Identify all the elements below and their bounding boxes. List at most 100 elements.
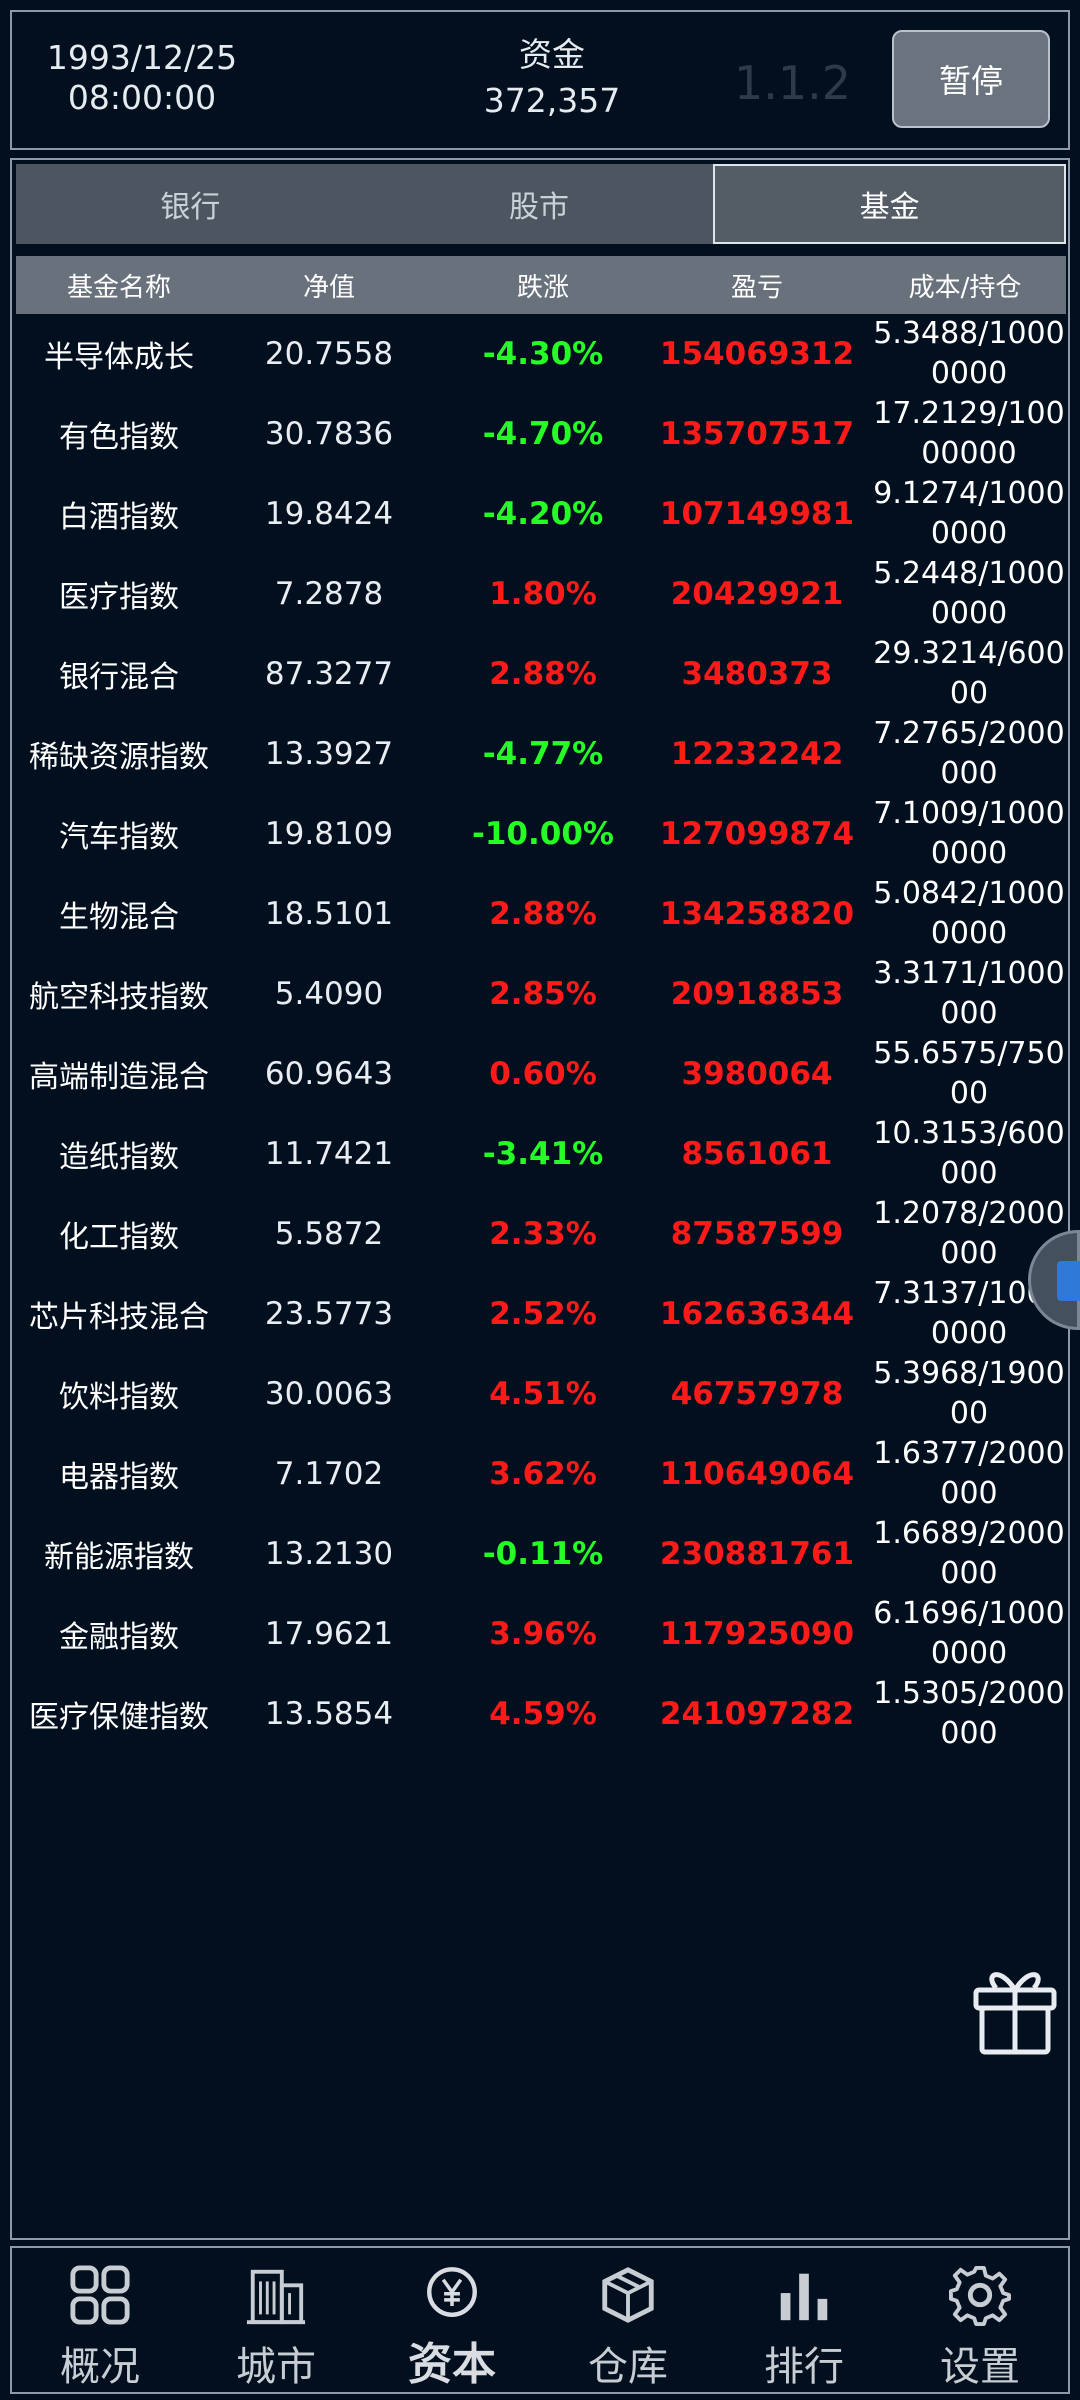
fund-nav: 19.8109 (264, 816, 394, 852)
building-icon (246, 2269, 306, 2325)
table-row[interactable]: 稀缺资源指数 13.3927 -4.77% 12232242 7.2765/200000… (16, 714, 1066, 794)
fund-cost-holding: 55.6575/75000 (873, 1036, 1065, 1111)
fund-cost-holding: 5.2448/10000000 (873, 556, 1065, 631)
fund-change: 2.33% (489, 1216, 597, 1252)
fund-nav: 60.9643 (264, 1056, 394, 1092)
game-datetime: 1993/12/25 08:00:00 (42, 38, 242, 118)
nav-label-capital: 资本 (408, 2339, 496, 2390)
fund-pnl: 20918853 (670, 976, 844, 1012)
fund-nav: 13.3927 (264, 736, 394, 772)
fund-name: 金融指数 (59, 1620, 179, 1655)
fund-pnl: 8561061 (681, 1136, 833, 1172)
fund-name: 航空科技指数 (29, 980, 209, 1015)
col-change: 跌涨 (516, 272, 569, 303)
fund-change: -4.30% (482, 336, 604, 372)
table-row[interactable]: 有色指数 30.7836 -4.70% 135707517 17.2129/100000… (16, 394, 1066, 474)
nav-warehouse[interactable]: 仓库 (540, 2248, 716, 2392)
nav-overview[interactable]: 概况 (12, 2248, 188, 2392)
box-icon (602, 2267, 654, 2323)
fund-change: 2.88% (489, 656, 597, 692)
fund-name: 电器指数 (59, 1460, 179, 1495)
fund-pnl: 3480373 (681, 656, 833, 692)
fund-nav: 11.7421 (264, 1136, 394, 1172)
fund-change: 3.62% (489, 1456, 597, 1492)
grid-icon (70, 2265, 130, 2325)
fund-nav: 5.4090 (274, 976, 384, 1012)
col-pnl: 盈亏 (730, 272, 783, 303)
gift-icon[interactable] (970, 1960, 1060, 2056)
nav-city[interactable]: 城市 (188, 2248, 364, 2392)
fund-cost-holding: 7.1009/10000000 (873, 796, 1065, 871)
fund-pnl: 117925090 (659, 1616, 855, 1652)
table-row[interactable]: 汽车指数 19.8109 -10.00% 127099874 7.1009/100000… (16, 794, 1066, 874)
table-row[interactable]: 白酒指数 19.8424 -4.20% 107149981 9.1274/1000000… (16, 474, 1066, 554)
cube-icon (1057, 1261, 1080, 1301)
version-label: 1.1.2 (734, 56, 852, 110)
table-row[interactable]: 高端制造混合 60.9643 0.60% 3980064 55.6575/75000 (16, 1034, 1066, 1114)
fund-change: 2.85% (489, 976, 597, 1012)
nav-label-warehouse: 仓库 (588, 2344, 668, 2390)
fund-nav: 30.7836 (264, 416, 394, 452)
fund-name: 半导体成长 (44, 340, 194, 375)
nav-label-settings: 设置 (940, 2344, 1020, 2390)
fund-pnl: 127099874 (659, 816, 855, 852)
fund-cost-holding: 3.3171/1000000 (873, 956, 1065, 1031)
fund-name: 汽车指数 (59, 820, 179, 855)
pause-button[interactable]: 暂停 (892, 30, 1050, 128)
table-row[interactable]: 芯片科技混合 23.5773 2.52% 162636344 7.3137/100000… (16, 1274, 1066, 1354)
fund-pnl: 154069312 (659, 336, 855, 372)
fund-change: 1.80% (489, 576, 597, 612)
fund-nav: 7.1702 (274, 1456, 384, 1492)
bottom-navigation: 概况 城市 资本 仓库 排行 设置 (10, 2246, 1070, 2394)
table-row[interactable]: 生物混合 18.5101 2.88% 134258820 5.0842/10000000 (16, 874, 1066, 954)
col-nav: 净值 (302, 272, 355, 303)
fund-change: -4.77% (482, 736, 604, 772)
game-date: 1993/12/25 (46, 38, 238, 77)
bar-chart-icon (780, 2273, 828, 2321)
fund-change: 3.96% (489, 1616, 597, 1652)
table-row[interactable]: 医疗指数 7.2878 1.80% 20429921 5.2448/10000000 (16, 554, 1066, 634)
fund-name: 化工指数 (59, 1220, 179, 1255)
fund-pnl: 46757978 (670, 1376, 844, 1412)
table-row[interactable]: 化工指数 5.5872 2.33% 87587599 1.2078/2000000 (16, 1194, 1066, 1274)
tab-fund[interactable]: 基金 (713, 164, 1067, 244)
nav-settings[interactable]: 设置 (892, 2248, 1068, 2392)
fund-nav: 87.3277 (264, 656, 394, 692)
nav-label-overview: 概况 (60, 2344, 140, 2390)
fund-name: 芯片科技混合 (29, 1300, 209, 1335)
fund-change: 2.52% (489, 1296, 597, 1332)
table-row[interactable]: 饮料指数 30.0063 4.51% 46757978 5.3968/190000 (16, 1354, 1066, 1434)
tab-bank[interactable]: 银行 (16, 164, 365, 244)
fund-change: -4.70% (482, 416, 604, 452)
fund-pnl: 20429921 (670, 576, 844, 612)
fund-cost-holding: 10.3153/600000 (873, 1116, 1065, 1191)
fund-cost-holding: 17.2129/10000000 (873, 396, 1065, 471)
fund-change: -0.11% (482, 1536, 604, 1572)
fund-name: 稀缺资源指数 (29, 740, 209, 775)
fund-pnl: 162636344 (659, 1296, 855, 1332)
fund-panel: 银行 股市 基金 基金名称 净值 跌涨 盈亏 成本/持仓 半导体成长 20.755… (10, 158, 1070, 2240)
nav-ranking[interactable]: 排行 (716, 2248, 892, 2392)
fund-cost-holding: 5.3968/190000 (873, 1356, 1065, 1431)
funds-display: 资金 372,357 (442, 32, 662, 124)
fund-nav: 13.2130 (264, 1536, 394, 1572)
table-row[interactable]: 半导体成长 20.7558 -4.30% 154069312 5.3488/100000… (16, 314, 1066, 394)
fund-cost-holding: 9.1274/10000000 (873, 476, 1065, 551)
table-row[interactable]: 医疗保健指数 13.5854 4.59% 241097282 1.5305/200000… (16, 1674, 1066, 1754)
fund-name: 白酒指数 (59, 500, 179, 535)
nav-capital[interactable]: 资本 (364, 2248, 540, 2392)
tab-stock[interactable]: 股市 (364, 164, 714, 244)
fund-nav: 20.7558 (264, 336, 394, 372)
table-row[interactable]: 银行混合 87.3277 2.88% 3480373 29.3214/60000 (16, 634, 1066, 714)
table-row[interactable]: 造纸指数 11.7421 -3.41% 8561061 10.3153/600000 (16, 1114, 1066, 1194)
fund-pnl: 87587599 (670, 1216, 844, 1252)
table-row[interactable]: 新能源指数 13.2130 -0.11% 230881761 1.6689/200000… (16, 1514, 1066, 1594)
fund-pnl: 107149981 (659, 496, 855, 532)
table-row[interactable]: 航空科技指数 5.4090 2.85% 20918853 3.3171/1000000 (16, 954, 1066, 1034)
fund-name: 新能源指数 (44, 1540, 194, 1575)
table-row[interactable]: 金融指数 17.9621 3.96% 117925090 6.1696/10000000 (16, 1594, 1066, 1674)
table-row[interactable]: 电器指数 7.1702 3.62% 110649064 1.6377/2000000 (16, 1434, 1066, 1514)
fund-cost-holding: 7.2765/2000000 (873, 716, 1065, 791)
fund-change: -4.20% (482, 496, 604, 532)
funds-value: 372,357 (483, 81, 621, 120)
